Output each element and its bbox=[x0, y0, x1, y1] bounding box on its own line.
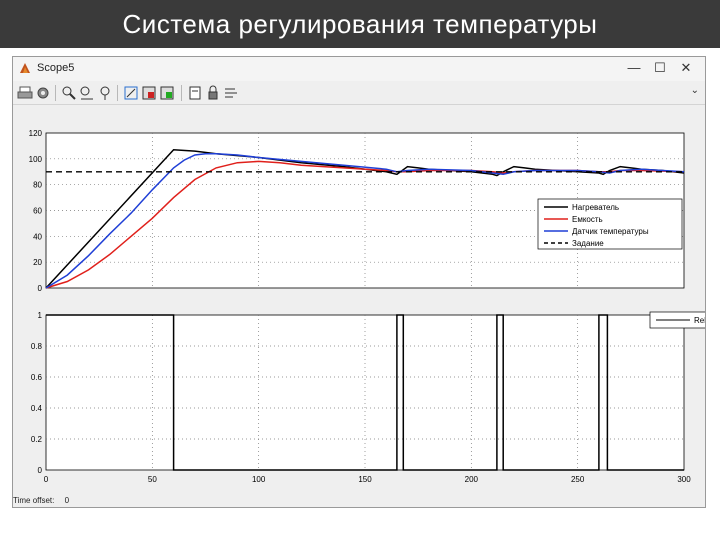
slide-title: Система регулирования температуры bbox=[0, 0, 720, 48]
maximize-button[interactable]: ☐ bbox=[649, 59, 671, 77]
x-tick-label: 200 bbox=[465, 475, 479, 484]
x-tick-label: 300 bbox=[677, 475, 691, 484]
y-tick-label: 20 bbox=[33, 258, 42, 267]
minimize-button[interactable]: — bbox=[623, 59, 645, 77]
save-axes-icon[interactable] bbox=[141, 85, 157, 101]
y-tick-label: 120 bbox=[29, 129, 43, 138]
legend-label: Датчик температуры bbox=[572, 227, 649, 236]
toolbar-dropdown-icon[interactable]: ⌄ bbox=[691, 85, 699, 96]
matlab-icon bbox=[20, 63, 30, 73]
toolbar-separator bbox=[55, 85, 56, 101]
print-icon[interactable] bbox=[17, 85, 33, 101]
legend-label: Relay bbox=[694, 316, 705, 325]
y-tick-label: 0.8 bbox=[31, 342, 43, 351]
parameters-icon[interactable] bbox=[35, 85, 51, 101]
toolbar-separator bbox=[181, 85, 182, 101]
toolbar-separator bbox=[117, 85, 118, 101]
y-tick-label: 0.6 bbox=[31, 373, 43, 382]
autoscale-icon[interactable] bbox=[123, 85, 139, 101]
floating-scope-icon[interactable] bbox=[187, 85, 203, 101]
x-tick-label: 0 bbox=[44, 475, 49, 484]
y-tick-label: 1 bbox=[38, 311, 43, 320]
scope-plots: 020406080100120НагревательЕмкостьДатчик … bbox=[29, 129, 720, 484]
window-title: Scope5 bbox=[37, 62, 75, 74]
legend-label: Задание bbox=[572, 239, 604, 248]
x-tick-label: 100 bbox=[252, 475, 266, 484]
x-tick-label: 250 bbox=[571, 475, 585, 484]
x-tick-label: 50 bbox=[148, 475, 157, 484]
y-tick-label: 0.4 bbox=[31, 404, 43, 413]
plot-area: 0 20 40 60 80 100 120 Нагреватель Емкость Датчик … bbox=[13, 105, 720, 507]
signal-selector-icon[interactable] bbox=[223, 85, 239, 101]
zoom-in-icon[interactable] bbox=[61, 85, 77, 101]
y-tick-label: 60 bbox=[33, 207, 42, 216]
y-tick-label: 0.2 bbox=[31, 435, 43, 444]
y-tick-label: 80 bbox=[33, 181, 42, 190]
window-titlebar: Scope5 — ☐ ✕ bbox=[13, 57, 705, 81]
y-tick-label: 40 bbox=[33, 232, 42, 241]
y-tick-label: 0 bbox=[38, 466, 43, 475]
legend-label: Емкость bbox=[572, 215, 603, 224]
toolbar: ⌄ bbox=[13, 82, 705, 105]
y-tick-label: 0 bbox=[38, 284, 43, 293]
close-button[interactable]: ✕ bbox=[675, 59, 697, 77]
lock-axes-icon[interactable] bbox=[205, 85, 221, 101]
axes-2 bbox=[45, 314, 685, 471]
restore-axes-icon[interactable] bbox=[159, 85, 175, 101]
time-offset-value: 0 bbox=[64, 496, 70, 505]
x-tick-label: 150 bbox=[358, 475, 372, 484]
zoom-y-icon[interactable] bbox=[97, 85, 113, 101]
zoom-x-icon[interactable] bbox=[79, 85, 95, 101]
time-offset: Time offset: 0 bbox=[13, 496, 69, 505]
legend-label: Нагреватель bbox=[572, 203, 619, 212]
y-tick-label: 100 bbox=[29, 155, 43, 164]
scope-window: Scope5 — ☐ ✕ ⌄ 0 20 40 60 80 100 120 Наг… bbox=[12, 56, 720, 508]
time-offset-label: Time offset: bbox=[13, 496, 55, 505]
